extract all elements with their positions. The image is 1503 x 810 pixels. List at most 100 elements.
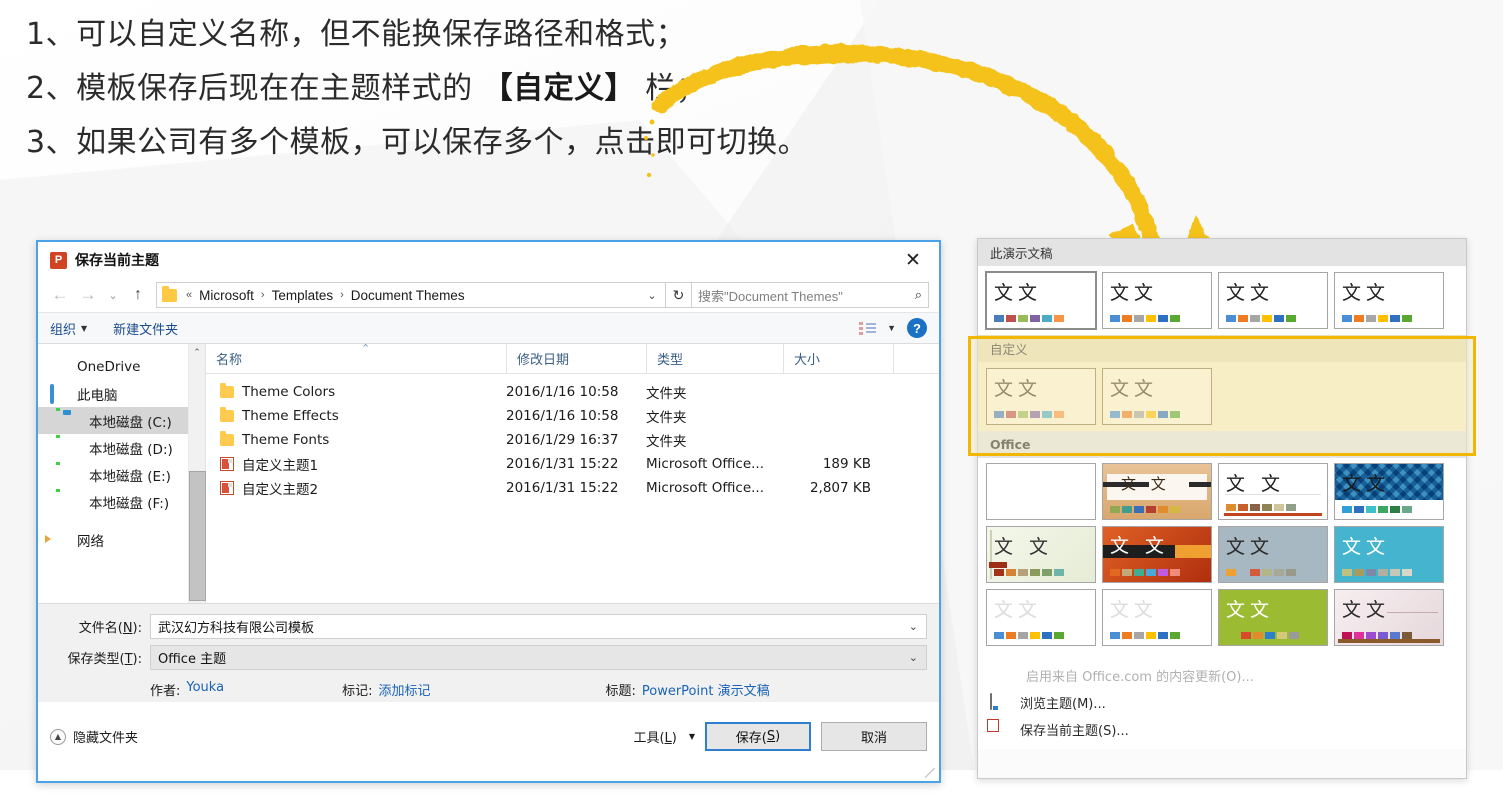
chevron-down-icon[interactable]: ⌄ [641,289,663,302]
change-view-icon[interactable] [859,321,877,335]
theme-file-icon [220,481,234,495]
theme-thumbnail[interactable]: 文文 [1334,463,1444,520]
chevron-down-icon[interactable]: ▼ [887,323,896,333]
file-name: 自定义主题1 [242,458,319,474]
theme-thumbnail[interactable]: 文文 [1102,272,1212,329]
column-header-name[interactable]: 名称 [206,344,506,374]
thumbnail-sample-text: 文文 [1226,599,1275,621]
dialog-action-buttons: 工具(L) ▼ 保存(S) 取消 [633,722,927,751]
sidebar-item-this-pc[interactable]: 此电脑 [38,380,188,407]
headline-text: 1、可以自定义名称，但不能换保存路径和格式； [26,17,687,52]
thumb-row-this-presentation: 文文 文文 文文 文文 [978,266,1466,335]
thumbnail-sample-text: 文 文 [1121,475,1171,493]
file-type: 文件夹 [646,386,687,402]
column-header-type[interactable]: 类型 [646,343,783,374]
savetype-select[interactable]: Office 主题 ⌄ [150,645,927,670]
system-drive-icon [62,413,81,429]
theme-thumbnail[interactable]: 文文 [1334,589,1444,646]
theme-thumbnail[interactable]: 文 文 [1218,463,1328,520]
tags-field: 标记: 添加标记 [342,680,430,699]
thumbnail-swatches [1342,315,1412,322]
sidebar-item-drive-c[interactable]: 本地磁盘 (C:) [38,407,188,434]
theme-thumbnail[interactable]: 文 文 [986,526,1096,583]
tags-value[interactable]: 添加标记 [378,680,430,699]
navigation-pane-scrollbar[interactable]: ⌃ ⌄ [188,344,206,603]
theme-thumbnail[interactable]: 文文 [986,589,1096,646]
breadcrumb-item-templates[interactable]: Templates [268,288,338,303]
theme-file-icon [220,457,234,471]
search-input[interactable]: 搜索"Document Themes" ⌕ [692,282,929,308]
office-row-3: 文文 文文 文文 文文 [986,589,1466,646]
sidebar-item-network[interactable]: 网络 [38,526,188,553]
chevron-up-icon: ▲ [50,728,66,745]
thumbnail-swatches [994,632,1064,639]
up-icon[interactable]: ↑ [124,282,152,308]
theme-thumbnail-custom-1[interactable]: 文文 [986,368,1096,425]
sidebar-item-onedrive[interactable]: OneDrive [38,353,188,380]
theme-thumbnail[interactable]: 文文 [1218,589,1328,646]
table-row[interactable]: Theme Fonts 2016/1/29 16:37 文件夹 [206,428,939,452]
help-icon[interactable]: ? [907,318,927,338]
menu-item-save-current-theme[interactable]: 保存当前主题(S)... [978,716,1466,743]
address-path-box[interactable]: « Microsoft › Templates › Document Theme… [156,282,666,308]
theme-thumbnail[interactable]: 文 文 [1102,526,1212,583]
theme-thumbnail[interactable]: 文文 [985,271,1097,330]
theme-thumbnail[interactable]: 文文 [1334,272,1444,329]
column-header-extra[interactable] [893,343,939,374]
theme-thumbnail[interactable]: 文文 [1218,526,1328,583]
theme-thumbnail[interactable]: 文文 [1218,272,1328,329]
resize-grip[interactable] [925,768,935,778]
sidebar-item-drive-f[interactable]: 本地磁盘 (F:) [38,488,188,515]
author-label: 作者: [150,683,181,699]
search-placeholder: 搜索"Document Themes" [698,288,843,304]
forward-icon[interactable]: → [74,282,102,308]
headline-text: 3、如果公司有多个模板，可以保存多个，点击即可切换。 [26,125,809,160]
thumbnail-swatches [1342,569,1412,576]
theme-thumbnail[interactable]: 文 文 [1102,463,1212,520]
drive-icon [62,467,81,483]
column-header-size[interactable]: 大小 [783,343,893,374]
file-type: Microsoft Office... [646,480,765,496]
thumbnail-sample-text: 文文 [1110,599,1159,621]
sidebar-item-drive-d[interactable]: 本地磁盘 (D:) [38,434,188,461]
table-row[interactable]: Theme Colors 2016/1/16 10:58 文件夹 [206,380,939,404]
refresh-icon[interactable]: ↻ [666,282,692,308]
chevron-down-icon[interactable]: ⌄ [905,620,922,633]
recent-locations-icon[interactable]: ⌄ [102,282,124,308]
organize-button[interactable]: 组织 ▼ [50,319,87,338]
theme-thumbnail[interactable]: 文文 [1102,589,1212,646]
save-button[interactable]: 保存(S) [705,722,811,751]
new-folder-button[interactable]: 新建文件夹 [113,319,178,338]
breadcrumb-item-microsoft[interactable]: Microsoft [195,288,258,303]
folder-icon [162,285,177,302]
theme-thumbnail[interactable] [986,463,1096,520]
tools-button[interactable]: 工具(L) ▼ [633,727,695,746]
scrollbar-thumb[interactable] [188,471,206,601]
theme-gallery-dropdown[interactable]: 此演示文稿 文文 文文 文文 文文 自定义 文文 文文 Office 文 文 文… [977,238,1467,779]
table-row[interactable]: 自定义主题2 2016/1/31 15:22 Microsoft Office.… [206,476,939,500]
column-header-date[interactable]: 修改日期 [506,343,646,374]
table-row[interactable]: 自定义主题1 2016/1/31 15:22 Microsoft Office.… [206,452,939,476]
chevron-down-icon[interactable]: ⌄ [905,651,922,664]
back-icon[interactable]: ← [46,282,74,308]
title-value[interactable]: PowerPoint 演示文稿 [642,680,770,699]
filename-input[interactable]: 武汉幻方科技有限公司模板 ⌄ [150,614,927,639]
sidebar-item-drive-e[interactable]: 本地磁盘 (E:) [38,461,188,488]
author-value[interactable]: Youka [186,680,224,699]
hide-folders-button[interactable]: ▲ 隐藏文件夹 [50,727,138,746]
sidebar-item-label: OneDrive [77,358,141,375]
organize-label: 组织 [50,322,77,338]
menu-item-browse-themes[interactable]: 浏览主题(M)... [978,689,1466,716]
theme-thumbnail[interactable]: 文文 [1334,526,1444,583]
scrollbar-track[interactable] [188,361,206,601]
breadcrumb-overflow[interactable]: « [183,289,195,301]
table-row[interactable]: Theme Effects 2016/1/16 10:58 文件夹 [206,404,939,428]
cancel-button[interactable]: 取消 [821,722,927,751]
theme-thumbnail-custom-2[interactable]: 文文 [1102,368,1212,425]
save-current-theme-dialog[interactable]: P 保存当前主题 ✕ ← → ⌄ ↑ « Microsoft › Templat… [36,240,941,783]
powerpoint-icon: P [50,251,67,269]
breadcrumb-item-document-themes[interactable]: Document Themes [347,288,469,303]
chevron-right-icon: › [260,289,265,301]
close-icon[interactable]: ✕ [895,245,931,275]
scroll-up-icon[interactable]: ⌃ [189,344,206,361]
